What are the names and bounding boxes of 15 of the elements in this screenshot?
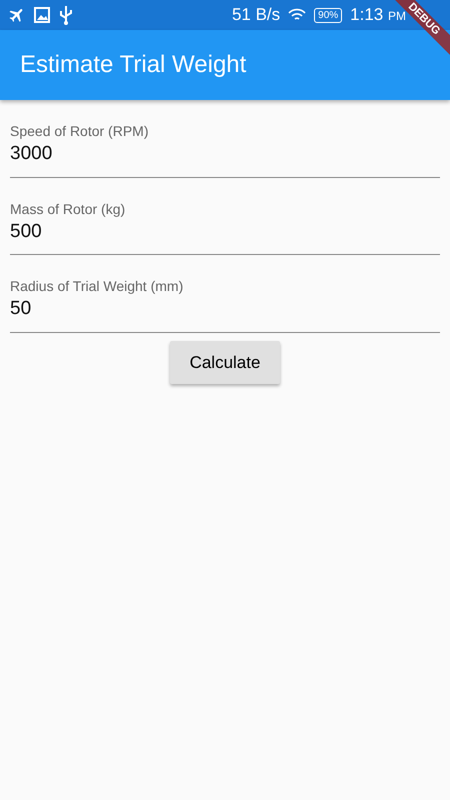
network-speed: 51 B/s bbox=[232, 4, 280, 26]
input-field[interactable]: 500 bbox=[10, 218, 440, 246]
input-field[interactable]: 3000 bbox=[10, 140, 440, 168]
input-field[interactable]: 50 bbox=[10, 295, 440, 324]
usb-icon bbox=[58, 5, 74, 25]
field-label: Speed of Rotor (RPM) bbox=[10, 122, 150, 140]
app-bar-title: Estimate Trial Weight bbox=[20, 50, 246, 80]
field-label: Radius of Trial Weight (mm) bbox=[10, 277, 184, 295]
field-label: Mass of Rotor (kg) bbox=[10, 200, 126, 218]
clock-time: 1:13 bbox=[350, 5, 384, 24]
clock-period: PM bbox=[388, 9, 406, 24]
calculate-button[interactable]: Calculate bbox=[170, 340, 280, 384]
battery-indicator: 90% bbox=[314, 8, 342, 22]
image-icon bbox=[34, 7, 50, 23]
wifi-icon bbox=[288, 8, 306, 22]
